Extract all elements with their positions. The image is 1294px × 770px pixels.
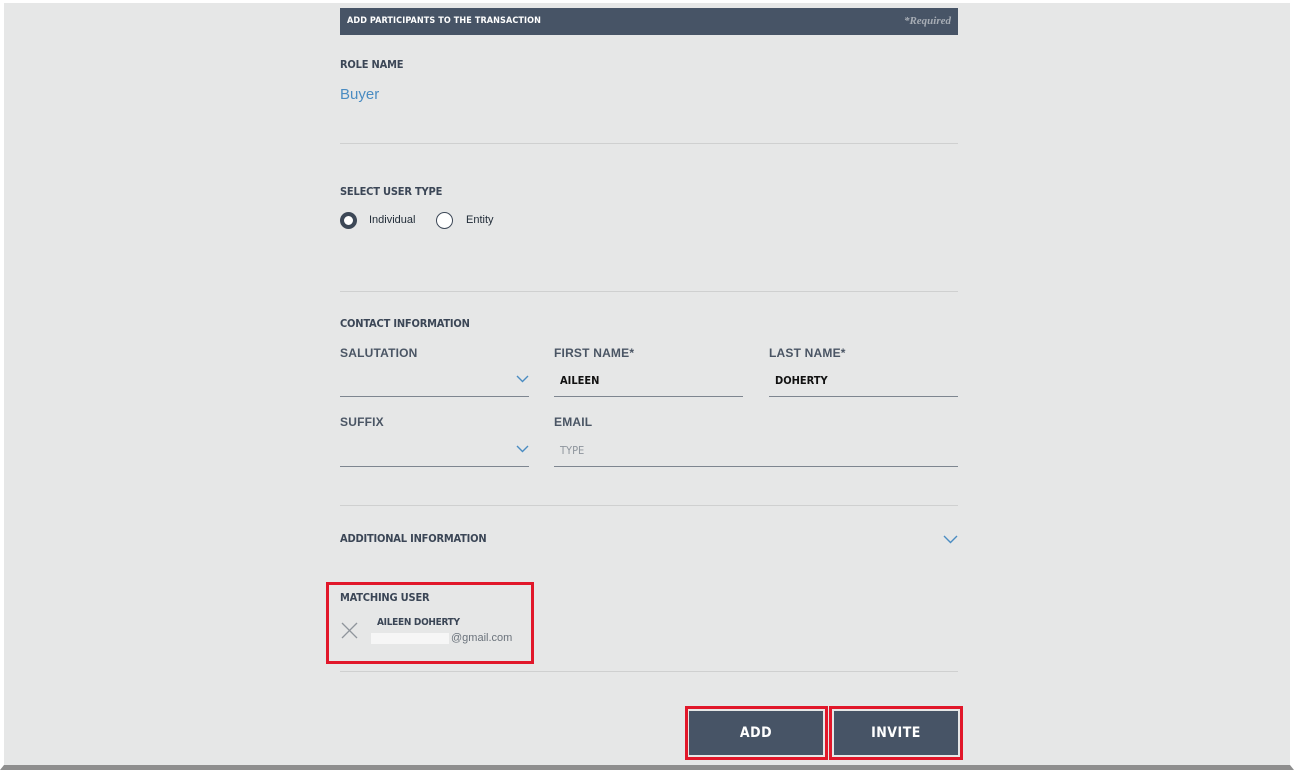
first-name-field[interactable]: AILEEN [554, 367, 743, 397]
required-note: *Required [903, 15, 951, 27]
chevron-down-icon [516, 445, 529, 453]
radio-entity[interactable] [436, 212, 453, 229]
panel-title: ADD PARTICIPANTS TO THE TRANSACTION [347, 16, 541, 26]
contact-info-label: CONTACT INFORMATION [340, 317, 470, 330]
email-field[interactable]: TYPE [554, 437, 958, 467]
last-name-field[interactable]: DOHERTY [769, 367, 958, 397]
user-type-label: SELECT USER TYPE [340, 185, 443, 198]
email-placeholder: TYPE [560, 444, 585, 457]
panel-header: ADD PARTICIPANTS TO THE TRANSACTION *Req… [340, 8, 958, 35]
matching-user-name[interactable]: AILEEN DOHERTY [377, 617, 460, 628]
role-name-value: Buyer [340, 86, 380, 103]
radio-entity-label[interactable]: Entity [466, 214, 494, 226]
role-name-label: ROLE NAME [340, 58, 404, 71]
divider [340, 291, 958, 292]
last-name-label: LAST NAME* [769, 346, 846, 360]
radio-individual-label[interactable]: Individual [369, 214, 415, 226]
additional-info-label[interactable]: ADDITIONAL INFORMATION [340, 532, 487, 545]
last-name-value: DOHERTY [775, 374, 828, 387]
salutation-select[interactable] [340, 367, 529, 397]
divider [340, 143, 958, 144]
first-name-label: FIRST NAME* [554, 346, 635, 360]
email-label: EMAIL [554, 415, 593, 429]
radio-individual[interactable] [340, 212, 357, 229]
salutation-label: SALUTATION [340, 346, 418, 360]
divider [340, 671, 958, 672]
invite-button[interactable]: INVITE [834, 711, 958, 755]
expand-chevron-icon[interactable] [943, 535, 958, 544]
first-name-value: AILEEN [560, 374, 600, 387]
divider [340, 505, 958, 506]
suffix-select[interactable] [340, 437, 529, 467]
add-button[interactable]: ADD [689, 711, 823, 755]
matching-user-email: @gmail.com [451, 632, 513, 644]
chevron-down-icon [516, 375, 529, 383]
suffix-label: SUFFIX [340, 415, 384, 429]
redacted-email [371, 633, 449, 644]
